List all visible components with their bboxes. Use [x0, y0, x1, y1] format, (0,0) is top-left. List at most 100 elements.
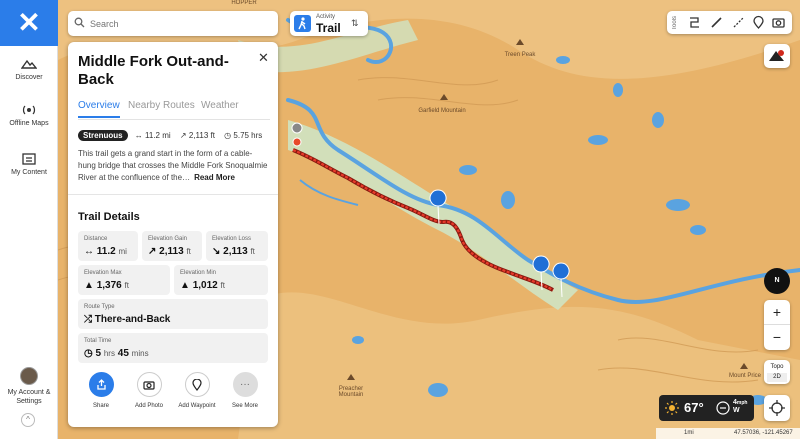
activity-selector[interactable]: Activity Trail ⇅ — [290, 11, 368, 36]
waypoint-pin-icon — [184, 372, 210, 397]
trail-details-heading: Trail Details — [78, 211, 140, 223]
hours-unit: hrs — [103, 349, 115, 358]
see-more-button[interactable]: ··· See More — [220, 372, 270, 409]
waypoint-tool-icon[interactable] — [751, 15, 766, 30]
max-unit: ft — [124, 281, 129, 290]
difficulty-badge: Strenuous — [78, 130, 128, 141]
detail-value: ⤮ There-and-Back — [84, 314, 171, 325]
action-label: Add Waypoint — [178, 403, 216, 409]
coordinates: 47.57036, -121.45267 — [734, 430, 793, 436]
nav-item-discover[interactable]: Discover — [0, 58, 58, 81]
app-logo[interactable]: ✕ — [0, 0, 58, 46]
layers-icon — [769, 50, 784, 61]
crosshair-icon — [769, 400, 785, 416]
mins-unit: mins — [131, 349, 149, 358]
locate-me-button[interactable] — [764, 395, 790, 421]
map-label-preacher: Preacher Mountain — [338, 386, 364, 398]
detail-label: Total Time — [84, 338, 112, 344]
detail-label: Route Type — [84, 304, 115, 310]
share-button[interactable]: Share — [76, 372, 126, 409]
nav-label-offline-maps: Offline Maps — [9, 120, 49, 127]
detail-distance: Distance ↔ 11.2 mi — [78, 231, 138, 261]
collapse-nav-button[interactable]: ^ — [21, 413, 35, 427]
draw-line-icon[interactable] — [709, 15, 724, 30]
detail-value: ▲ 1,012 ft — [180, 280, 225, 291]
read-more-link[interactable]: Read More — [194, 173, 235, 182]
nav-item-offline-maps[interactable]: Offline Maps — [0, 104, 58, 127]
route-type-value: There-and-Back — [94, 314, 171, 325]
nav-label-my-content: My Content — [11, 169, 47, 176]
tab-weather[interactable]: Weather — [201, 100, 239, 111]
route-tool-icon[interactable] — [687, 15, 702, 30]
compass-button[interactable]: N — [764, 268, 790, 294]
detail-value: ▲ 1,376 ft — [84, 280, 129, 291]
share-icon — [88, 372, 114, 397]
loss-value: 2,113 — [223, 246, 248, 257]
map-label-hopper: HOPPER — [231, 0, 257, 6]
distance-value: 11.2 — [96, 246, 116, 257]
zoom-out-button[interactable]: − — [764, 325, 790, 350]
summary-time: 5.75 hrs — [233, 131, 263, 140]
scale-bar: 1mi 47.57036, -121.45267 — [656, 428, 800, 439]
divider — [68, 194, 278, 195]
measure-icon[interactable] — [731, 15, 746, 30]
tools-label: Tools — [672, 15, 678, 30]
map-label-garfield: Garfield Mountain — [418, 108, 466, 114]
search-bar[interactable] — [68, 11, 278, 36]
summary-elevation: 2,113 ft — [188, 131, 215, 140]
clock-icon: ◷ — [224, 131, 232, 140]
weather-widget[interactable]: 67° 4mph W — [659, 395, 754, 421]
zoom-control: + − — [764, 300, 790, 350]
detail-label: Elevation Min — [180, 270, 217, 276]
detail-value: ↗ 2,113 ft — [148, 246, 191, 257]
min-unit: ft — [220, 281, 225, 290]
wind-readout: 4mph W — [733, 399, 747, 415]
detail-value: ↘ 2,113 ft — [212, 246, 255, 257]
camera-tool-icon[interactable] — [771, 15, 786, 30]
more-icon: ··· — [232, 372, 258, 397]
map-style-topo: Topo — [770, 364, 784, 370]
detail-label: Distance — [84, 236, 108, 242]
nav-label-discover: Discover — [15, 74, 43, 81]
zoom-in-button[interactable]: + — [764, 300, 790, 325]
map-style-2d: 2D — [767, 373, 787, 382]
detail-label: Elevation Gain — [148, 236, 188, 242]
action-label: See More — [231, 403, 258, 409]
detail-total-time: Total Time ◷ 5 hrs 45 mins — [78, 333, 268, 363]
add-waypoint-button[interactable]: Add Waypoint — [172, 372, 222, 409]
discover-icon — [21, 59, 37, 69]
detail-value: ↔ 11.2 mi — [84, 246, 127, 257]
left-nav: ✕ Discover Offline Maps My Content My Ac… — [0, 0, 58, 439]
nav-item-my-content[interactable]: My Content — [0, 153, 58, 176]
activity-value: Trail — [316, 21, 341, 35]
action-label: Share — [92, 403, 109, 409]
map-style-toggle[interactable]: Topo 2D — [764, 360, 790, 384]
scale-distance: 1mi — [684, 430, 694, 436]
elevation-icon: ↗ — [179, 131, 187, 140]
trail-detail-panel: Middle Fork Out-and-Back ✕ Overview Near… — [68, 42, 278, 427]
map-label-treen: Treen Peak — [504, 52, 536, 58]
add-photo-button[interactable]: Add Photo — [124, 372, 174, 409]
hours-value: 5 — [95, 348, 102, 359]
tab-nearby-routes[interactable]: Nearby Routes — [128, 100, 195, 111]
tab-overview[interactable]: Overview — [78, 100, 120, 118]
wind-icon — [716, 401, 730, 415]
close-panel-button[interactable]: ✕ — [258, 50, 269, 66]
wind-direction: W — [733, 407, 740, 414]
trail-description: This trail gets a grand start in the for… — [78, 148, 268, 184]
map-layers-button[interactable] — [764, 44, 790, 68]
weather-temp: 67° — [684, 400, 704, 415]
nav-item-account[interactable]: My Account & Settings — [0, 367, 58, 406]
gain-value: 2,113 — [159, 246, 184, 257]
my-content-icon — [22, 153, 36, 165]
gain-unit: ft — [186, 247, 191, 256]
compass-label: N — [774, 277, 780, 284]
activity-label: Activity — [316, 14, 336, 20]
search-input[interactable] — [90, 16, 270, 31]
sun-icon — [665, 401, 679, 415]
swap-icon[interactable]: ⇅ — [351, 18, 359, 29]
detail-elevation-max: Elevation Max ▲ 1,376 ft — [78, 265, 170, 295]
hiker-icon — [294, 15, 311, 32]
camera-icon — [136, 372, 162, 397]
detail-elevation-gain: Elevation Gain ↗ 2,113 ft — [142, 231, 202, 261]
